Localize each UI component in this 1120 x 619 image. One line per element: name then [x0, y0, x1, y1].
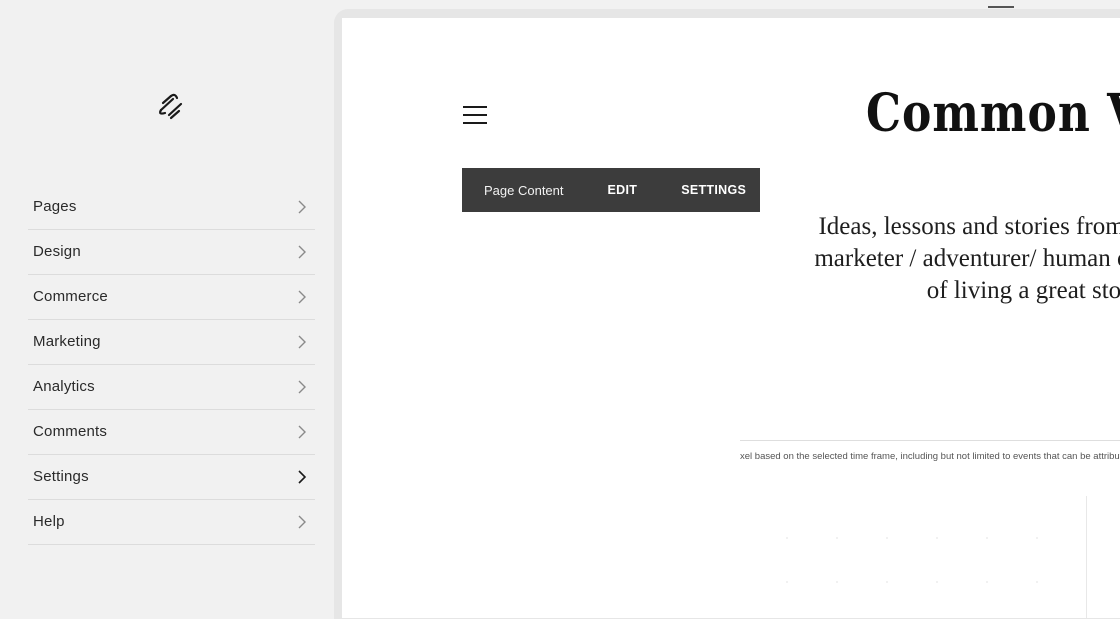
placeholder-dot	[836, 537, 838, 539]
placeholder-dot	[836, 581, 838, 583]
sidebar-item-help[interactable]: Help	[28, 500, 315, 545]
sidebar-nav: Pages Design Commerce Marketing Analytic…	[28, 185, 315, 545]
chevron-right-icon	[298, 380, 306, 394]
hamburger-menu-icon[interactable]	[463, 106, 487, 124]
chevron-right-icon	[298, 515, 306, 529]
divider	[740, 440, 1120, 441]
sidebar-item-label: Analytics	[33, 378, 95, 395]
site-title[interactable]: Common Vanda	[866, 84, 1120, 144]
window-handle[interactable]	[988, 6, 1014, 8]
site-tagline: Ideas, lessons and stories from a market…	[814, 213, 1120, 304]
chevron-right-icon	[298, 335, 306, 349]
placeholder-dot	[986, 581, 988, 583]
sidebar-item-settings[interactable]: Settings	[28, 455, 315, 500]
sidebar-item-label: Comments	[33, 423, 108, 440]
sidebar-item-pages[interactable]: Pages	[28, 185, 315, 230]
placeholder-dot	[886, 581, 888, 583]
placeholder-dot	[886, 537, 888, 539]
placeholder-dot	[786, 581, 788, 583]
sidebar-item-comments[interactable]: Comments	[28, 410, 315, 455]
placeholder-dot	[1036, 581, 1038, 583]
settings-button[interactable]: SETTINGS	[681, 183, 746, 197]
sidebar-item-marketing[interactable]: Marketing	[28, 320, 315, 365]
sidebar-item-label: Settings	[33, 468, 89, 485]
divider	[1086, 496, 1087, 618]
chevron-right-icon	[298, 425, 306, 439]
edit-button[interactable]: EDIT	[608, 183, 638, 197]
chevron-right-icon	[298, 245, 306, 259]
placeholder-dot	[786, 537, 788, 539]
placeholder-dot	[986, 537, 988, 539]
chevron-right-icon	[298, 470, 307, 484]
sidebar-item-label: Design	[33, 243, 81, 260]
sidebar-item-label: Pages	[33, 198, 77, 215]
placeholder-dot	[1036, 537, 1038, 539]
page-content-toolbar: Page Content EDIT SETTINGS	[462, 168, 760, 212]
site-preview[interactable]: Common Vanda Page Content EDIT SETTINGS …	[342, 18, 1120, 618]
sidebar-item-label: Commerce	[33, 288, 108, 305]
sidebar-item-design[interactable]: Design	[28, 230, 315, 275]
chevron-right-icon	[298, 290, 306, 304]
sidebar-item-label: Help	[33, 513, 65, 530]
sidebar-item-analytics[interactable]: Analytics	[28, 365, 315, 410]
info-text: xel based on the selected time frame, in…	[740, 451, 1120, 462]
chevron-right-icon	[298, 200, 306, 214]
toolbar-label: Page Content	[484, 182, 564, 198]
placeholder-dot	[936, 537, 938, 539]
sidebar-item-commerce[interactable]: Commerce	[28, 275, 315, 320]
sidebar-item-label: Marketing	[33, 333, 101, 350]
squarespace-logo-icon[interactable]	[157, 93, 185, 121]
sidebar: Pages Design Commerce Marketing Analytic…	[0, 0, 332, 610]
placeholder-dot	[936, 581, 938, 583]
